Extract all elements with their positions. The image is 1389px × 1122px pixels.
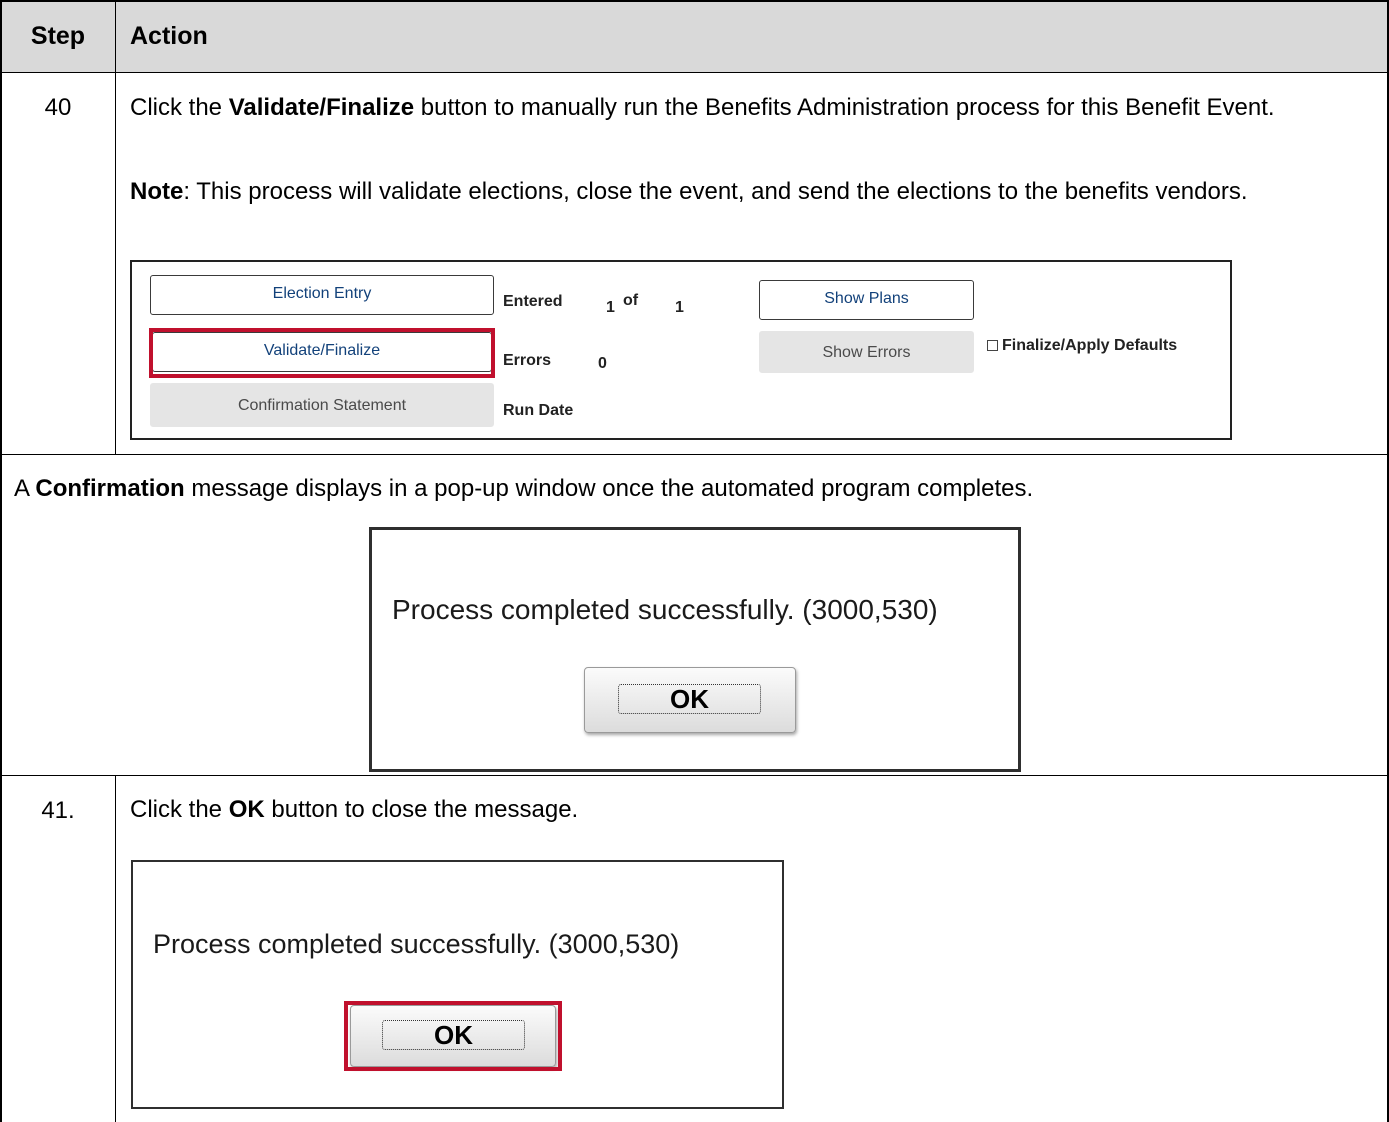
header-step: Step: [30, 22, 86, 50]
highlight-box: [149, 328, 495, 378]
instruction-text: Click the Validate/Finalize button to ma…: [130, 94, 1275, 121]
confirmation-dialog: Process completed successfully. (3000,53…: [369, 527, 1021, 772]
show-errors-button: Show Errors: [759, 331, 974, 373]
benefits-screenshot: Election Entry Validate/Finalize Confirm…: [130, 260, 1232, 440]
dialog-message: Process completed successfully. (3000,53…: [153, 929, 680, 959]
confirmation-dialog-small: Process completed successfully. (3000,53…: [131, 860, 784, 1109]
entered-label: Entered: [503, 293, 563, 310]
confirmation-statement-button: Confirmation Statement: [150, 383, 494, 427]
dialog-message: Process completed successfully. (3000,53…: [392, 594, 938, 625]
note-text: Note: This process will validate electio…: [130, 178, 1248, 205]
table-border-left: [0, 0, 2, 1122]
finalize-defaults-label: Finalize/Apply Defaults: [1002, 337, 1178, 354]
run-date-label: Run Date: [503, 402, 574, 419]
step-number: 40: [44, 94, 72, 121]
ok-button[interactable]: OK: [584, 667, 796, 733]
highlight-box: [344, 1001, 562, 1071]
entered-count: 1: [606, 299, 615, 316]
ok-button-label: OK: [618, 684, 761, 714]
confirmation-description: A Confirmation message displays in a pop…: [14, 475, 1034, 502]
column-divider: [115, 775, 116, 1122]
table-border-top: [0, 0, 1389, 2]
step-number: 41.: [41, 797, 75, 824]
election-entry-button[interactable]: Election Entry: [150, 275, 494, 315]
errors-count: 0: [598, 355, 607, 372]
entered-total: 1: [675, 299, 684, 316]
of-label: of: [623, 292, 639, 309]
errors-label: Errors: [503, 352, 552, 369]
row-divider: [0, 72, 1389, 73]
table-header: [0, 0, 1389, 72]
show-plans-button[interactable]: Show Plans: [759, 280, 974, 320]
header-action: Action: [130, 22, 208, 50]
row-divider: [0, 775, 1389, 776]
finalize-defaults-checkbox[interactable]: [987, 340, 998, 351]
row-divider: [0, 454, 1389, 455]
column-divider: [115, 0, 116, 455]
instruction-text: Click the OK button to close the message…: [130, 796, 579, 823]
